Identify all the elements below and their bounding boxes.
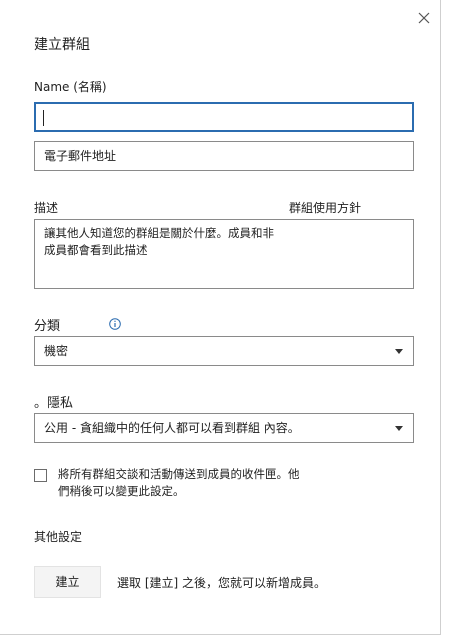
dialog-title: 建立群組 [34, 37, 90, 53]
subscribe-members-text: 將所有群組交談和活動傳送到成員的收件匣。他 們稍後可以變更此設定。 [58, 466, 318, 500]
classification-select[interactable]: 機密 [34, 336, 414, 366]
chevron-down-icon [395, 349, 403, 354]
description-label: 描述 [34, 201, 59, 215]
classification-label: 分類 [34, 319, 61, 334]
subscribe-text-line-1: 將所有群組交談和活動傳送到成員的收件匣。他 [58, 467, 300, 481]
create-button[interactable]: 建立 [34, 566, 101, 598]
name-label: Name (名稱) [34, 80, 107, 94]
privacy-label: 。隱私 [34, 396, 74, 411]
privacy-select[interactable]: 公用 - 貪組織中的任何人都可以看到群組 內容。 [34, 413, 414, 443]
subscribe-members-checkbox[interactable] [34, 469, 47, 482]
chevron-down-icon [395, 426, 403, 431]
classification-value: 機密 [44, 344, 69, 358]
close-button[interactable] [414, 8, 434, 28]
subscribe-text-line-2: 們稍後可以變更此設定。 [58, 484, 185, 498]
email-address-input[interactable]: 電子郵件地址 [34, 141, 414, 171]
create-group-dialog: 建立群組 Name (名稱) 電子郵件地址 描述 群組使用方針 讓其他人知道您的… [0, 0, 441, 635]
name-input[interactable] [34, 102, 414, 132]
create-hint-text: 選取 [建立] 之後，您就可以新增成員。 [117, 576, 326, 590]
description-textarea[interactable]: 讓其他人知道您的群組是關於什麼。成員和非 成員都會看到此描述 [34, 219, 414, 289]
other-settings-label: 其他設定 [34, 530, 83, 544]
text-caret [43, 110, 44, 126]
close-icon [418, 12, 430, 24]
privacy-value: 公用 - 貪組織中的任何人都可以看到群組 內容。 [44, 421, 300, 435]
info-icon[interactable] [109, 318, 121, 330]
group-policy-link[interactable]: 群組使用方針 [289, 199, 361, 216]
email-address-value: 電子郵件地址 [44, 149, 117, 163]
